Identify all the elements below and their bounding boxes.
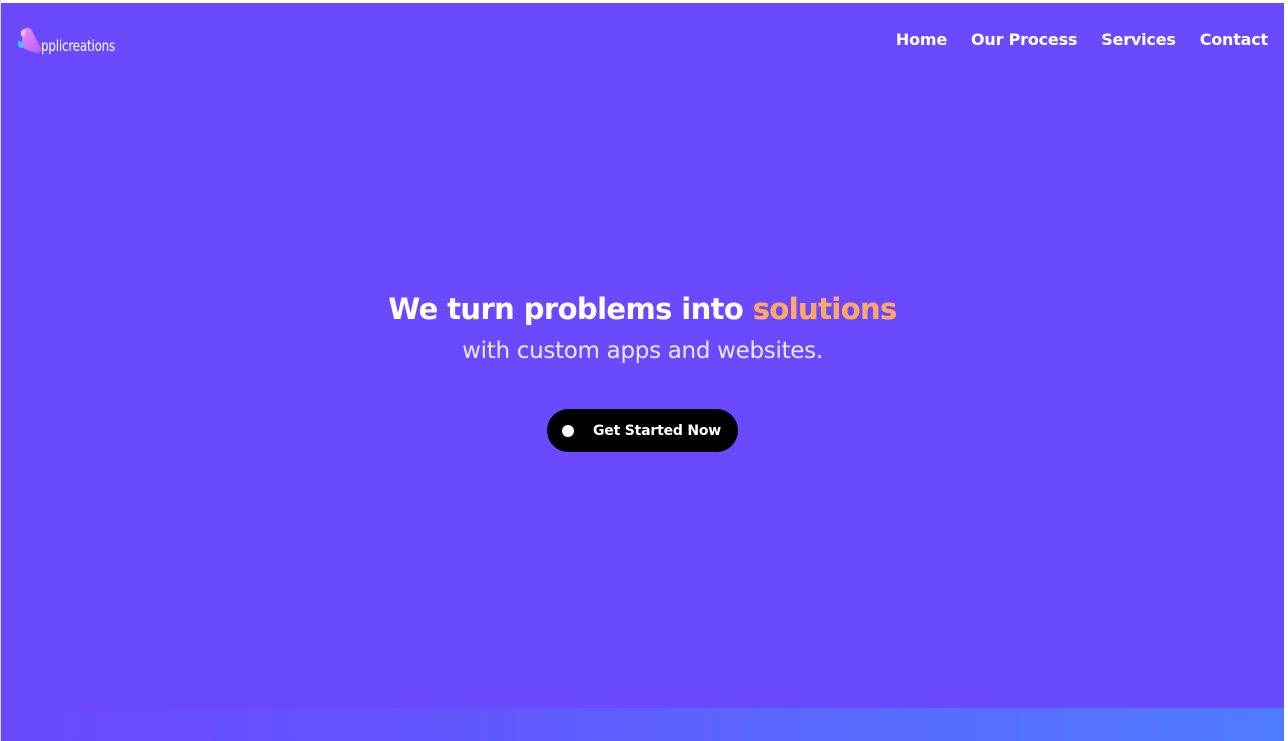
hero-headline: We turn problems into solutions [1, 289, 1284, 329]
right-strip [1284, 0, 1288, 741]
hero-headline-main: We turn problems into [388, 292, 753, 326]
hero-content: We turn problems into solutions with cus… [1, 289, 1284, 371]
applicreations-logo-icon [15, 26, 43, 56]
dot-icon [562, 424, 574, 437]
main-nav: Home Our Process Services Contact [872, 30, 1268, 49]
get-started-button[interactable]: Get Started Now [547, 409, 738, 452]
bottom-gradient-band [1, 708, 1284, 741]
nav-item-our-process[interactable]: Our Process [971, 30, 1077, 49]
hero-section: pplicreations Home Our Process Services … [1, 3, 1284, 741]
hero-headline-accent: solutions [752, 292, 898, 326]
nav-item-services[interactable]: Services [1101, 30, 1176, 49]
logo-text: pplicreations [41, 37, 116, 55]
nav-item-home[interactable]: Home [896, 30, 947, 49]
nav-item-contact[interactable]: Contact [1200, 30, 1269, 49]
hero-subline: with custom apps and websites. [462, 338, 823, 364]
logo[interactable]: pplicreations [15, 22, 125, 56]
get-started-label: Get Started Now [593, 422, 722, 439]
